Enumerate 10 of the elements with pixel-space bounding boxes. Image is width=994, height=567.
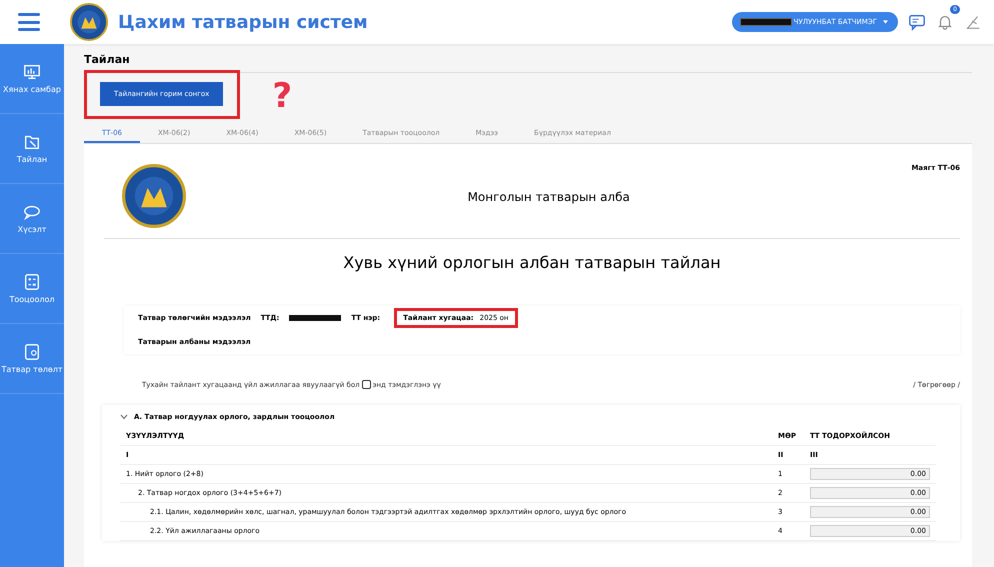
form-title: Хувь хүний орлогын албан татварын тайлан: [342, 253, 722, 272]
sidebar-item[interactable]: Хянах самбар: [0, 44, 64, 114]
sidebar-item[interactable]: Татвар төлөлт: [0, 324, 64, 394]
sidebar-item[interactable]: Хүсэлт: [0, 184, 64, 254]
sidebar-item[interactable]: Тайлан: [0, 114, 64, 184]
app-title: Цахим татварын систем: [118, 12, 368, 32]
sidebar-item[interactable]: Тооцоолол: [0, 254, 64, 324]
agency-name: Монголын татварын алба: [466, 190, 631, 204]
question-mark: ?: [272, 76, 292, 116]
breadcrumb: Тайлан: [84, 44, 972, 73]
